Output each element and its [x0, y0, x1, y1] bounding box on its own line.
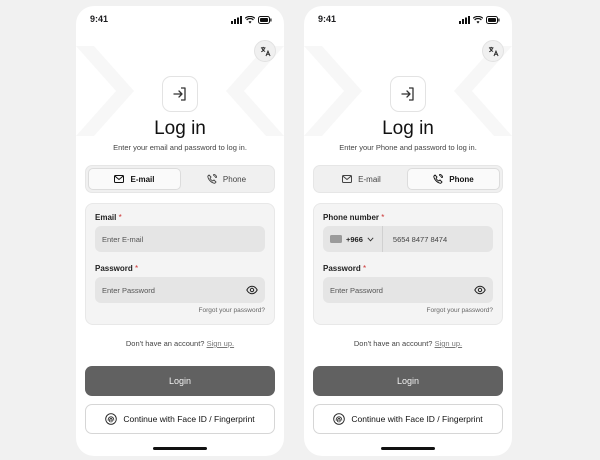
page-subtitle: Enter your Phone and password to log in. — [339, 143, 477, 152]
status-time: 9:41 — [318, 14, 337, 24]
email-label: Email * — [95, 213, 122, 222]
phone-screen-email: 9:41 Log in Enter your email and passwor… — [76, 6, 284, 456]
required-marker: * — [135, 264, 139, 273]
status-bar: 9:41 — [304, 14, 512, 28]
translate-icon — [488, 46, 499, 56]
home-indicator — [153, 447, 207, 450]
forgot-password-link[interactable]: Forgot your password? — [199, 307, 265, 314]
page-title: Log in — [382, 118, 434, 139]
login-form: Phone number * +966 5654 8477 8474 Passw… — [313, 203, 503, 325]
tab-email-label: E-mail — [358, 174, 381, 184]
tab-phone-label: Phone — [222, 174, 247, 184]
fingerprint-icon — [333, 413, 346, 425]
phone-number-value: 5654 8477 8474 — [392, 234, 448, 244]
page-title: Log in — [154, 118, 206, 139]
login-arrow-icon — [173, 87, 186, 101]
tab-phone[interactable]: Phone — [407, 168, 500, 190]
password-field[interactable]: Enter Password — [95, 277, 265, 303]
battery-icon — [486, 16, 500, 24]
biometric-login-button[interactable]: Continue with Face ID / Fingerprint — [85, 404, 275, 434]
login-arrow-icon — [401, 87, 414, 101]
eye-icon[interactable] — [474, 284, 486, 296]
eye-icon[interactable] — [246, 284, 258, 296]
mail-icon — [114, 175, 125, 183]
home-indicator — [381, 447, 435, 450]
tab-email[interactable]: E-mail — [316, 168, 407, 190]
translate-icon — [260, 46, 271, 56]
fingerprint-icon — [105, 413, 118, 425]
biometric-login-button[interactable]: Continue with Face ID / Fingerprint — [313, 404, 503, 434]
biometric-login-label: Continue with Face ID / Fingerprint — [123, 414, 255, 424]
password-field[interactable]: Enter Password — [323, 277, 493, 303]
tab-email-label: E-mail — [130, 174, 155, 184]
country-code-value: +966 — [346, 234, 363, 244]
login-method-tabs: E-mail Phone — [313, 165, 503, 193]
forgot-password-link[interactable]: Forgot your password? — [427, 307, 493, 314]
biometric-login-label: Continue with Face ID / Fingerprint — [351, 414, 483, 424]
battery-icon — [258, 16, 272, 24]
login-icon-tile — [390, 76, 426, 112]
login-icon-tile — [162, 76, 198, 112]
signal-icon — [231, 16, 242, 24]
signup-prompt: Don't have an account? — [125, 339, 205, 348]
page-subtitle: Enter your email and password to log in. — [113, 143, 247, 152]
login-button[interactable]: Login — [313, 366, 503, 396]
required-marker: * — [381, 213, 385, 222]
mail-icon — [342, 175, 353, 183]
country-code-select[interactable]: +966 — [330, 226, 383, 252]
signup-link[interactable]: Sign up. — [207, 339, 235, 348]
status-bar: 9:41 — [76, 14, 284, 28]
signup-link[interactable]: Sign up. — [435, 339, 463, 348]
system-icons — [231, 16, 272, 24]
email-field[interactable]: Enter E-mail — [95, 226, 265, 252]
system-icons — [459, 16, 500, 24]
tab-phone-label: Phone — [449, 174, 474, 184]
password-placeholder: Enter Password — [102, 285, 155, 295]
phone-screen-phone: 9:41 Log in Enter your Phone and passwor… — [304, 6, 512, 456]
required-marker: * — [118, 213, 122, 222]
signup-prompt: Don't have an account? — [353, 339, 433, 348]
language-button[interactable] — [482, 40, 504, 62]
phone-icon — [433, 174, 444, 184]
required-marker: * — [363, 264, 367, 273]
phone-icon — [207, 174, 217, 184]
password-placeholder: Enter Password — [330, 285, 383, 295]
login-button[interactable]: Login — [85, 366, 275, 396]
signal-icon — [459, 16, 470, 24]
flag-icon — [330, 235, 342, 243]
phone-number-label: Phone number * — [323, 213, 385, 222]
language-button[interactable] — [254, 40, 276, 62]
wifi-icon — [473, 16, 483, 24]
tab-phone[interactable]: Phone — [181, 168, 272, 190]
signup-row: Don't have an account? Sign up. — [76, 339, 284, 348]
chevron-down-icon — [367, 236, 374, 241]
signup-row: Don't have an account? Sign up. — [304, 339, 512, 348]
status-time: 9:41 — [90, 14, 109, 24]
login-form: Email * Enter E-mail Password * Enter Pa… — [85, 203, 275, 325]
wifi-icon — [245, 16, 255, 24]
password-label: Password * — [95, 264, 139, 273]
password-label: Password * — [323, 264, 367, 273]
phone-number-field[interactable]: +966 5654 8477 8474 — [323, 226, 493, 252]
login-method-tabs: E-mail Phone — [85, 165, 275, 193]
tab-email[interactable]: E-mail — [88, 168, 181, 190]
